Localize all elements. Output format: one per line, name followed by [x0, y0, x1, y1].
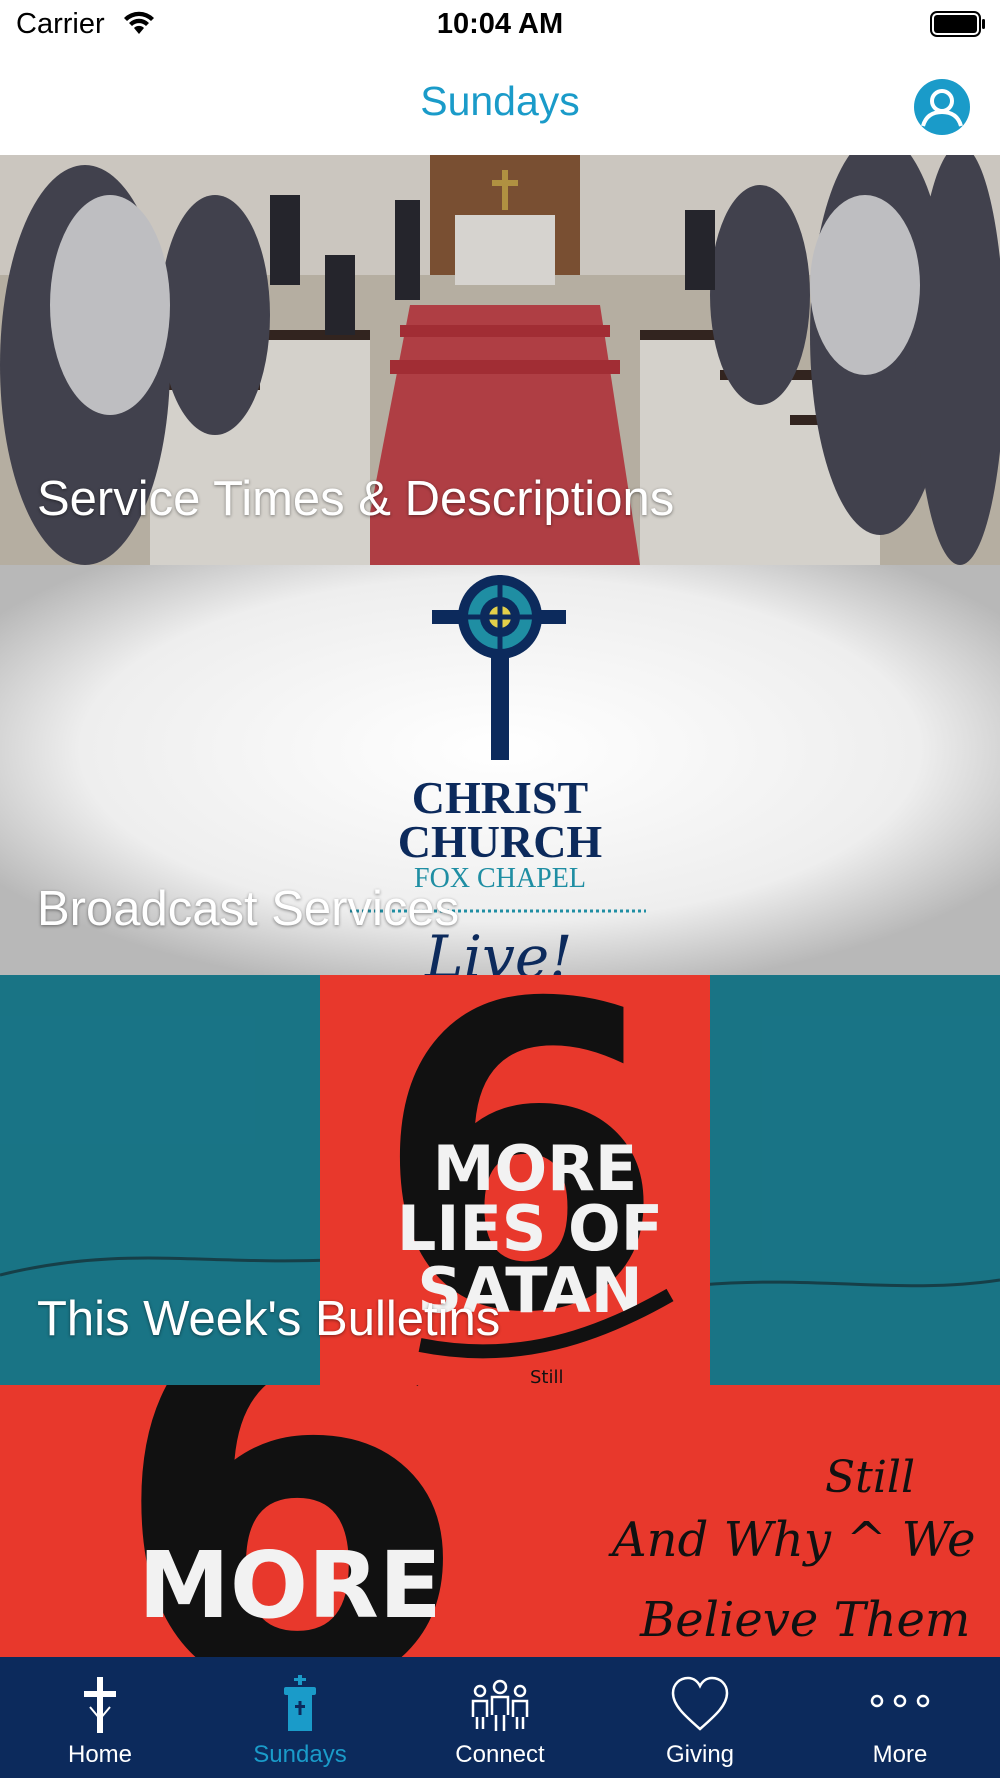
banner-script-3: Believe Them	[639, 1592, 970, 1648]
logo-line2: CHURCH	[398, 816, 603, 867]
banner-script-2: And Why ^ We	[608, 1512, 976, 1568]
tile-label: This Week's Bulletins	[37, 1292, 501, 1346]
people-icon	[471, 1679, 529, 1731]
sermon-series-banner: 6 MORE Still And Why ^ We Believe Them	[0, 1385, 1000, 1657]
tab-sundays[interactable]: Sundays	[200, 1657, 400, 1778]
profile-button[interactable]	[914, 79, 970, 135]
battery-icon	[930, 11, 985, 37]
ellipsis-icon	[870, 1694, 930, 1708]
pulpit-icon	[284, 1675, 316, 1731]
navigation-bar: Sundays	[0, 52, 1000, 155]
tab-label: Giving	[665, 1741, 735, 1768]
cross-icon	[84, 1677, 116, 1733]
tab-label: Sundays	[253, 1741, 347, 1768]
tile-service-times[interactable]: Service Times & Descriptions	[0, 155, 1000, 565]
banner-script-1: Still	[825, 1452, 915, 1503]
status-bar: Carrier 10:04 AM	[0, 0, 1000, 52]
tab-label: Home	[67, 1741, 133, 1768]
tab-more[interactable]: More	[800, 1657, 1000, 1778]
heart-icon	[671, 1676, 729, 1731]
tile-bulletins[interactable]: 6 MORE LIES OF SATAN Still This Week's B…	[0, 975, 1000, 1385]
page-title: Sundays	[420, 78, 580, 124]
clock: 10:04 AM	[436, 8, 564, 40]
tab-connect[interactable]: Connect	[400, 1657, 600, 1778]
tab-giving[interactable]: Giving	[600, 1657, 800, 1778]
tab-label: Connect	[455, 1741, 545, 1768]
art-note: Still	[530, 1367, 564, 1385]
tile-label: Broadcast Services	[37, 882, 460, 936]
banner-word: MORE	[138, 1532, 441, 1639]
user-icon	[921, 89, 963, 127]
tab-label: More	[872, 1741, 928, 1768]
tile-sermon-series[interactable]: 6 MORE Still And Why ^ We Believe Them	[0, 1385, 1000, 1657]
tile-label: Service Times & Descriptions	[37, 472, 675, 526]
tab-home[interactable]: Home	[0, 1657, 200, 1778]
tile-broadcast-services[interactable]: CHRIST CHURCH FOX CHAPEL Live! Broadcast…	[0, 565, 1000, 975]
tab-bar: Home Sundays Connect Giving More	[0, 1657, 1000, 1778]
